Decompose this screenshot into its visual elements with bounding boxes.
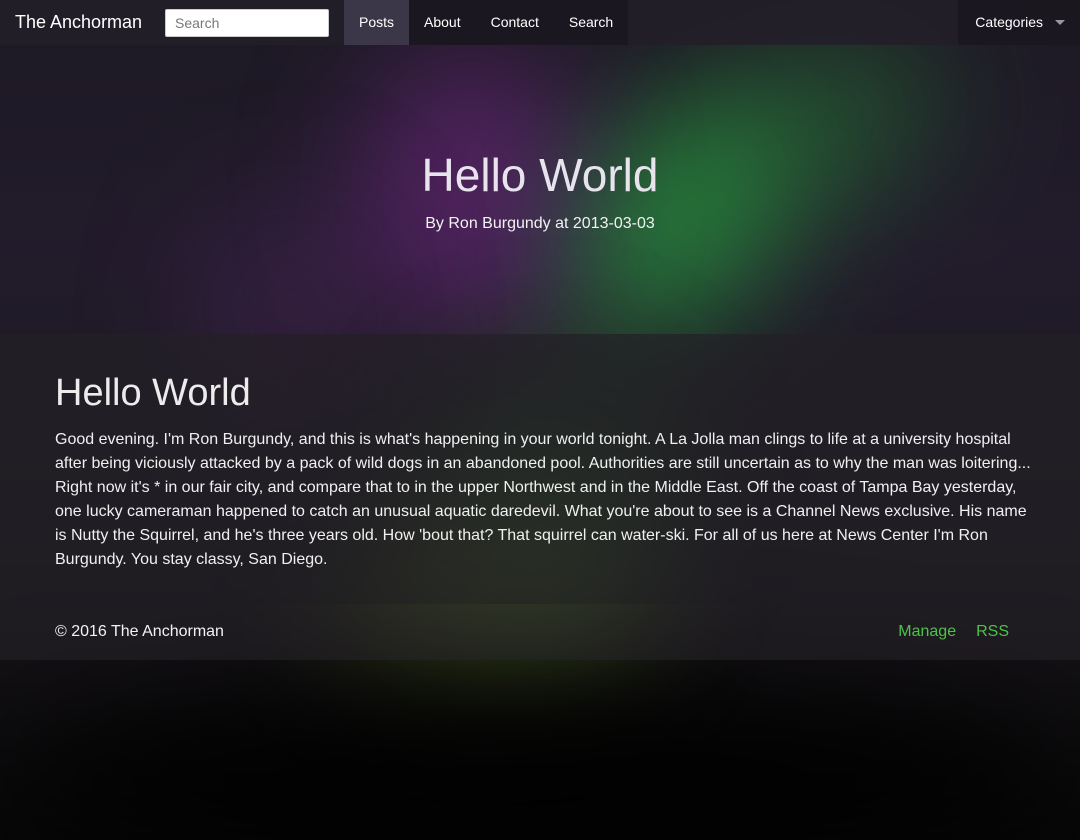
hero-byline: By Ron Burgundy at 2013-03-03 (425, 215, 655, 232)
caret-down-icon (1055, 20, 1065, 25)
nav-link-about[interactable]: About (409, 0, 476, 45)
nav-link-posts[interactable]: Posts (344, 0, 410, 45)
search-input[interactable] (165, 8, 329, 37)
site-brand[interactable]: The Anchorman (15, 12, 165, 33)
article-title: Hello World (55, 372, 251, 414)
footer-links: Manage RSS (898, 623, 1009, 641)
hero-title: Hello World (421, 149, 659, 201)
categories-dropdown[interactable]: Categories (958, 0, 1080, 45)
page-footer: © 2016 The Anchorman Manage RSS (0, 604, 1080, 660)
article-section: Hello World Good evening. I'm Ron Burgun… (0, 334, 1080, 604)
footer-link-rss[interactable]: RSS (976, 623, 1009, 641)
footer-link-manage[interactable]: Manage (898, 623, 956, 641)
article-body: Good evening. I'm Ron Burgundy, and this… (55, 431, 1031, 568)
hero-section: Hello World By Ron Burgundy at 2013-03-0… (0, 45, 1080, 334)
categories-label: Categories (975, 14, 1043, 30)
nav-links: Posts About Contact Search (344, 0, 629, 45)
nav-link-contact[interactable]: Contact (475, 0, 554, 45)
nav-link-search[interactable]: Search (553, 0, 629, 45)
footer-copyright: © 2016 The Anchorman (55, 623, 224, 640)
top-navbar: The Anchorman Posts About Contact Search… (0, 0, 1080, 45)
